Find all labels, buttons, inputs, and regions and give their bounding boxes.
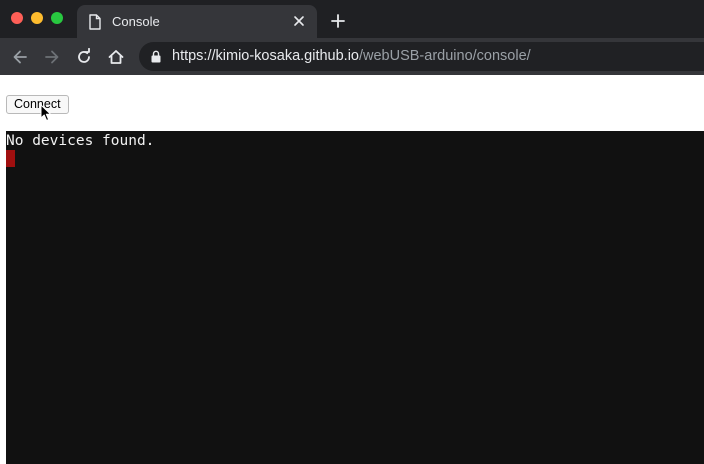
back-arrow-icon[interactable] <box>11 48 29 66</box>
browser-titlebar: Console <box>0 0 704 38</box>
url-path: /webUSB-arduino/console/ <box>358 48 531 64</box>
terminal-console[interactable]: No devices found. <box>6 131 704 464</box>
close-icon[interactable] <box>291 13 307 29</box>
forward-arrow-icon[interactable] <box>43 48 61 66</box>
window-maximize-button[interactable] <box>51 12 63 24</box>
terminal-output-line: No devices found. <box>6 133 155 149</box>
lock-icon <box>151 50 161 63</box>
plus-icon[interactable] <box>330 13 346 29</box>
browser-toolbar: https://kimio-kosaka.github.io/webUSB-ar… <box>0 38 704 75</box>
home-icon[interactable] <box>107 48 125 66</box>
url-text: https://kimio-kosaka.github.io/webUSB-ar… <box>172 48 531 64</box>
tab-title: Console <box>112 14 160 29</box>
terminal-cursor <box>6 150 15 167</box>
reload-icon[interactable] <box>75 48 93 66</box>
window-minimize-button[interactable] <box>31 12 43 24</box>
connect-button[interactable]: Connect <box>6 95 69 114</box>
url-host: https://kimio-kosaka.github.io <box>172 48 359 64</box>
page-content: Connect No devices found. <box>0 75 704 464</box>
page-icon <box>89 14 101 30</box>
address-bar[interactable]: https://kimio-kosaka.github.io/webUSB-ar… <box>139 42 704 71</box>
browser-tab[interactable]: Console <box>77 5 317 38</box>
window-close-button[interactable] <box>11 12 23 24</box>
mouse-pointer-icon <box>40 104 51 121</box>
